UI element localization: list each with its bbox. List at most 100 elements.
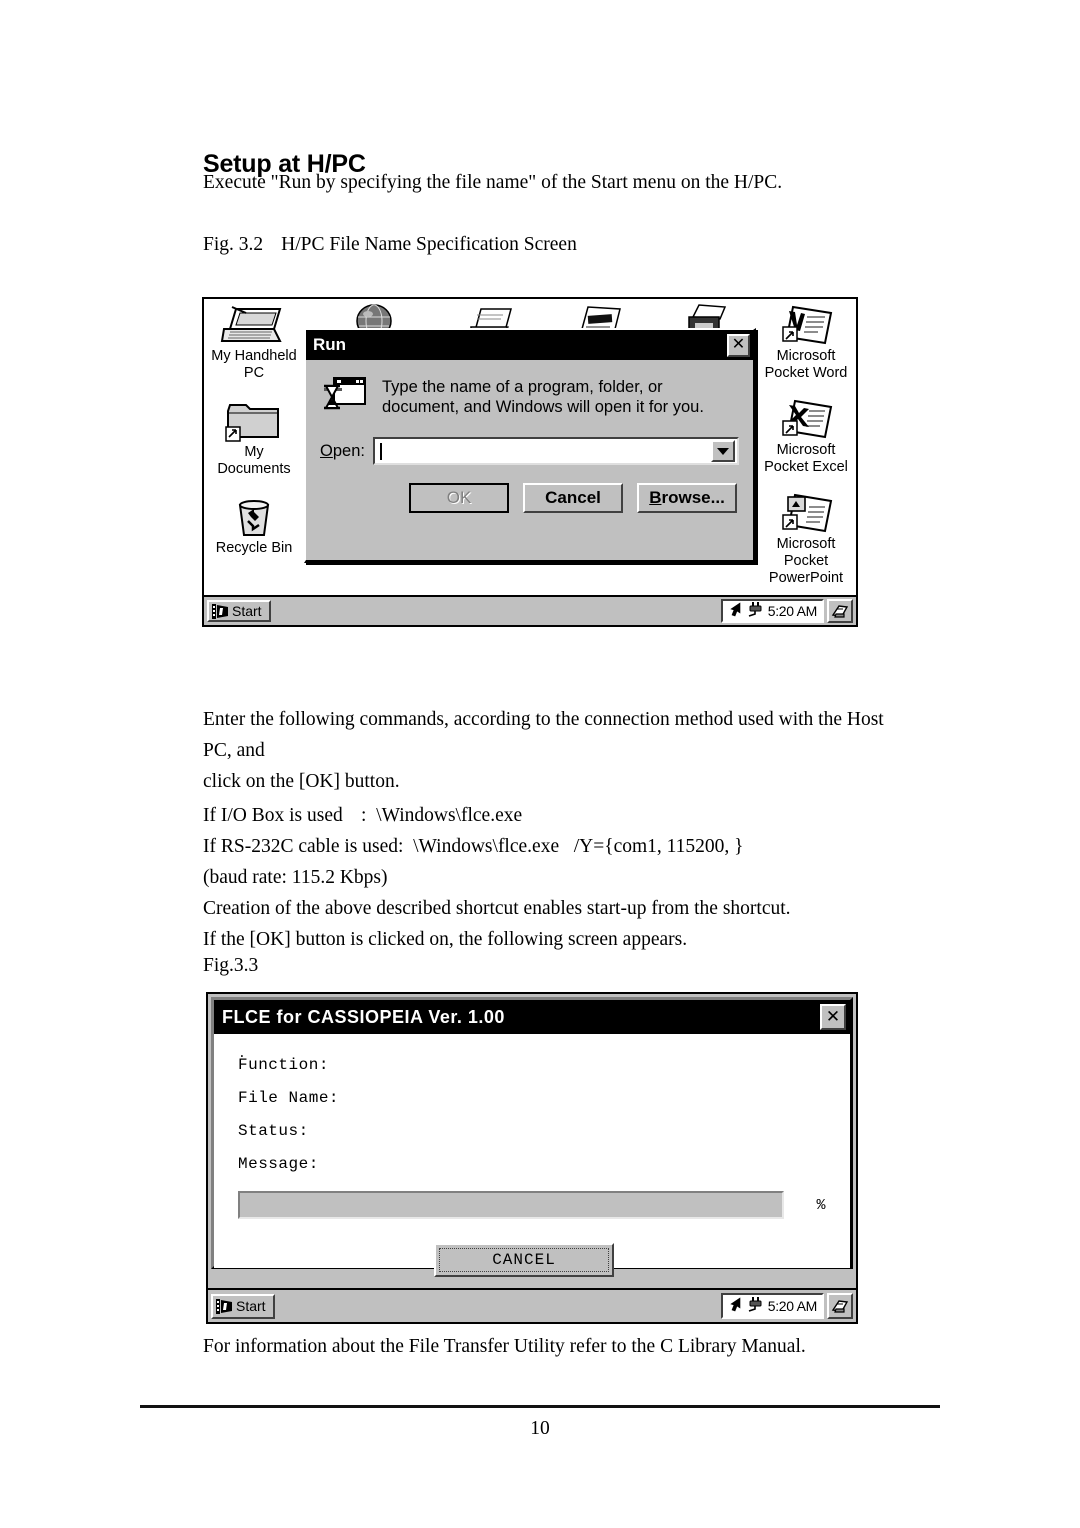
run-dialog-titlebar[interactable]: Run ✕ [306, 330, 753, 360]
open-label: Open: [320, 442, 365, 461]
command-io-box-sep: : [361, 805, 367, 826]
start-button-label: Start [236, 1298, 266, 1314]
desktop-icon-microsoft-pocket-word[interactable]: Microsoft Pocket Word [760, 303, 852, 382]
desktop-icon-label: My Documents [217, 444, 291, 477]
windows-flag-icon [212, 603, 229, 619]
laptop-icon [208, 303, 300, 347]
tray-inner: 5:20 AM [720, 599, 824, 623]
intro-paragraph: Execute "Run by specifying the file name… [203, 172, 783, 193]
footer-divider [140, 1405, 940, 1408]
command-io-box-row: If I/O Box is used: \Windows\flce.exe [203, 800, 903, 831]
clock-label[interactable]: 5:20 AM [768, 603, 818, 619]
flce-titlebar[interactable]: FLCE for CASSIOPEIA Ver. 1.00 ✕ [214, 1000, 850, 1034]
desktop-toggle-button[interactable] [827, 599, 853, 623]
figure-1-title: H/PC File Name Specification Screen [281, 234, 577, 255]
excel-document-icon [760, 397, 852, 441]
stylus-pointer-icon[interactable] [728, 1296, 743, 1317]
folder-icon [208, 399, 300, 443]
run-program-icon [320, 374, 368, 423]
paragraph-enter-commands: Enter the following commands, according … [203, 704, 903, 797]
flce-body: . Function: File Name: Status: Message: … [214, 1034, 850, 1277]
desktop-icon-my-handheld-pc[interactable]: My Handheld PC [208, 303, 300, 382]
run-dialog-body: Type the name of a program, folder, or d… [306, 360, 753, 523]
command-io-box-label: If I/O Box is used [203, 805, 343, 826]
run-dialog-buttons: OK Cancel Browse... [320, 483, 737, 513]
desktop-icon-recycle-bin[interactable]: Recycle Bin [208, 495, 300, 557]
flce-cancel-row: CANCEL [238, 1243, 810, 1277]
run-message-line1: Type the name of a program, folder, or [382, 378, 663, 396]
figure-1-caption: Fig. 3.2 H/PC File Name Specification Scr… [203, 234, 577, 256]
power-plug-icon[interactable] [747, 1296, 764, 1317]
desktop-icon-label: Microsoft Pocket PowerPoint [768, 536, 844, 586]
run-open-row: Open: [320, 437, 739, 465]
flce-field-function: Function: [238, 1056, 329, 1074]
flce-cancel-label: CANCEL [438, 1247, 610, 1273]
flce-field-status: Status: [238, 1122, 309, 1140]
desktop-toggle-button[interactable] [827, 1293, 853, 1319]
tray-inner: 5:20 AM [720, 1293, 824, 1319]
taskbar: Start 5:20 AM [208, 1288, 856, 1322]
desktop-icon-label: Microsoft Pocket Word [764, 348, 848, 381]
flce-dot-marker: . [238, 1046, 246, 1061]
command-rs232c-row: If RS-232C cable is used: \Windows\flce.… [203, 831, 903, 862]
run-message-line2: document, and Windows will open it for y… [382, 398, 704, 416]
browse-mnemonic: B [649, 488, 662, 507]
hpc-screenshot-flce: FLCE for CASSIOPEIA Ver. 1.00 ✕ . Functi… [206, 992, 858, 1324]
open-label-rest: pen: [332, 441, 365, 460]
ok-button[interactable]: OK [409, 483, 509, 513]
flce-title: FLCE for CASSIOPEIA Ver. 1.00 [222, 1006, 505, 1027]
command-io-box-value: \Windows\flce.exe [376, 805, 523, 826]
hpc-desktop: My Handheld PC My Documents Recycle Bin … [204, 299, 856, 597]
taskbar: Start 5:20 AM [204, 595, 856, 625]
run-dialog-title: Run [313, 335, 347, 354]
run-dialog-message-row: Type the name of a program, folder, or d… [320, 374, 739, 423]
desktop-icon-label: My Handheld PC [211, 348, 297, 381]
run-dialog-message: Type the name of a program, folder, or d… [382, 374, 704, 417]
open-combobox[interactable] [372, 437, 739, 465]
flce-field-message: Message: [238, 1155, 319, 1173]
flce-cancel-button[interactable]: CANCEL [434, 1243, 614, 1277]
closing-paragraph: For information about the File Transfer … [203, 1336, 806, 1357]
clock-label[interactable]: 5:20 AM [768, 1298, 818, 1314]
power-plug-icon[interactable] [747, 601, 764, 622]
stylus-pointer-icon[interactable] [728, 601, 743, 622]
figure-1-number: Fig. 3.2 [203, 234, 264, 255]
page-number: 10 [530, 1418, 550, 1439]
close-icon[interactable]: ✕ [727, 333, 750, 357]
close-icon[interactable]: ✕ [820, 1004, 846, 1030]
start-button[interactable]: Start [211, 1293, 275, 1319]
browse-button[interactable]: Browse... [637, 483, 737, 513]
system-tray: 5:20 AM [720, 1293, 856, 1319]
command-rs232c-label: If RS-232C cable is used: [203, 836, 404, 857]
desktop-icon-microsoft-pocket-powerpoint[interactable]: Microsoft Pocket PowerPoint [760, 491, 852, 587]
show-desktop-icon [831, 604, 849, 618]
cancel-button[interactable]: Cancel [523, 483, 623, 513]
paragraph-enter-line2: click on the [OK] button. [203, 771, 400, 792]
flce-progress-row: % [238, 1191, 834, 1219]
desktop-icon-label: Microsoft Pocket Excel [764, 442, 848, 475]
start-button[interactable]: Start [207, 600, 271, 622]
flce-dialog: FLCE for CASSIOPEIA Ver. 1.00 ✕ . Functi… [211, 997, 853, 1277]
windows-flag-icon [216, 1298, 233, 1314]
command-rs232c-value: \Windows\flce.exe /Y={com1, 115200, } [413, 836, 744, 857]
powerpoint-document-icon [760, 491, 852, 535]
hpc-screenshot-run: My Handheld PC My Documents Recycle Bin … [202, 297, 858, 627]
open-label-mnemonic: O [320, 441, 333, 460]
baud-rate-note: (baud rate: 115.2 Kbps) [203, 867, 388, 888]
text-caret [379, 442, 382, 460]
recycle-bin-icon [208, 495, 300, 539]
browse-rest: rowse... [661, 488, 725, 507]
system-tray: 5:20 AM [720, 599, 856, 623]
ok-click-note: If the [OK] button is clicked on, the fo… [203, 929, 688, 950]
run-dialog: Run ✕ Type the name of a program, folder… [304, 328, 756, 563]
chevron-down-icon[interactable] [711, 440, 735, 462]
desktop-icon-my-documents[interactable]: My Documents [208, 399, 300, 478]
paragraph-commands: If I/O Box is used: \Windows\flce.exe If… [203, 800, 903, 955]
word-document-icon [760, 303, 852, 347]
figure-2-number: Fig.3.3 [203, 955, 259, 976]
show-desktop-icon [831, 1299, 849, 1313]
desktop-icon-microsoft-pocket-excel[interactable]: Microsoft Pocket Excel [760, 397, 852, 476]
shortcut-note: Creation of the above described shortcut… [203, 898, 791, 919]
progress-percent-symbol: % [816, 1196, 826, 1214]
progress-bar [238, 1191, 784, 1219]
